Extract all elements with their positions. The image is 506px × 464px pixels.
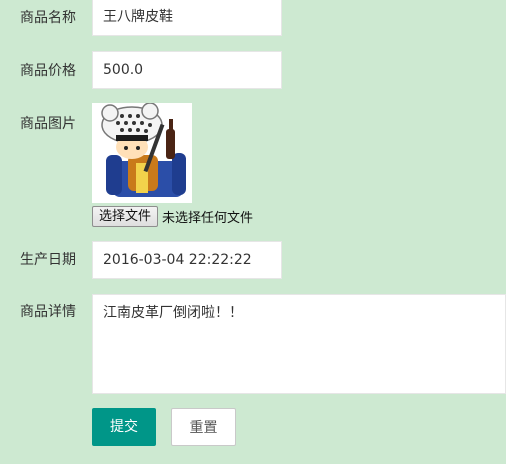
file-upload: 选择文件 未选择任何文件 [92, 205, 253, 227]
product-name-input[interactable]: 王八牌皮鞋 [92, 0, 282, 36]
product-image-preview [92, 103, 192, 203]
product-name-label: 商品名称 [20, 10, 76, 26]
cartoon-character-image [92, 103, 192, 203]
production-date-input[interactable]: 2016-03-04 22:22:22 [92, 241, 282, 279]
product-price-input[interactable]: 500.0 [92, 51, 282, 89]
product-detail-textarea[interactable]: 江南皮革厂倒闭啦！！ [92, 294, 506, 394]
product-image-label: 商品图片 [20, 116, 76, 132]
choose-file-button[interactable]: 选择文件 [92, 205, 159, 227]
file-status-text: 未选择任何文件 [162, 210, 254, 226]
product-price-label: 商品价格 [20, 63, 76, 79]
reset-button[interactable]: 重置 [171, 408, 236, 446]
production-date-label: 生产日期 [20, 252, 76, 268]
submit-button[interactable]: 提交 [92, 408, 156, 446]
product-detail-label: 商品详情 [20, 304, 76, 320]
